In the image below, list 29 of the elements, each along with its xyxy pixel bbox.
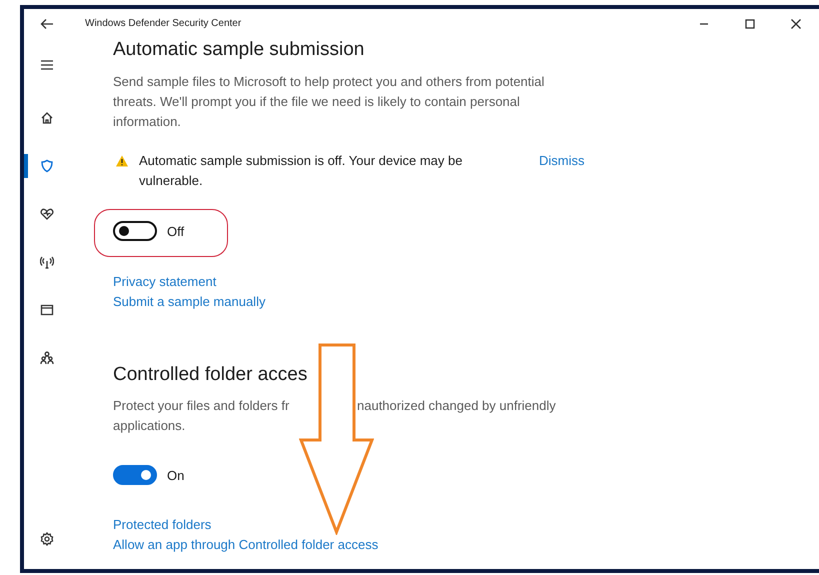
description-text: applications. xyxy=(113,417,186,435)
section-heading: Controlled folder acces xyxy=(113,363,308,387)
toggle-label: Off xyxy=(167,224,184,238)
back-arrow-icon xyxy=(40,16,54,30)
home-icon xyxy=(40,111,54,125)
menu-icon xyxy=(40,58,54,72)
gear-icon xyxy=(40,532,54,546)
people-icon xyxy=(40,351,54,365)
link[interactable]: Submit a sample manually xyxy=(113,292,266,312)
antenna-icon xyxy=(40,255,54,269)
window-title: Windows Defender Security Center xyxy=(85,18,242,29)
toggle-switch[interactable] xyxy=(113,221,157,241)
description-text: Protect your files and folders fr xyxy=(113,397,290,415)
window-icon xyxy=(40,303,54,317)
dismiss-link[interactable]: Dismiss xyxy=(539,151,584,171)
link[interactable]: Privacy statement xyxy=(113,272,216,292)
toggle-switch[interactable] xyxy=(113,465,157,485)
close-icon xyxy=(790,18,802,30)
description-text: nauthorized changed by unfriendly xyxy=(357,397,556,415)
shield-icon xyxy=(40,159,54,173)
link[interactable]: Allow an app through Controlled folder access xyxy=(113,535,378,555)
heart-icon xyxy=(40,207,54,221)
link[interactable]: Protected folders xyxy=(113,515,212,535)
warning-message: Automatic sample submission is off. Your device may be vulnerable. xyxy=(139,152,464,190)
toggle-label: On xyxy=(167,468,184,482)
section-description: Send sample files to Microsoft to help protect you and others from potential threats. We'll prompt you if the file we need is likely to contain personal information. xyxy=(113,73,546,131)
section-heading: Automatic sample submission xyxy=(113,38,366,62)
warning-icon xyxy=(115,154,129,168)
maximize-icon xyxy=(744,18,756,30)
